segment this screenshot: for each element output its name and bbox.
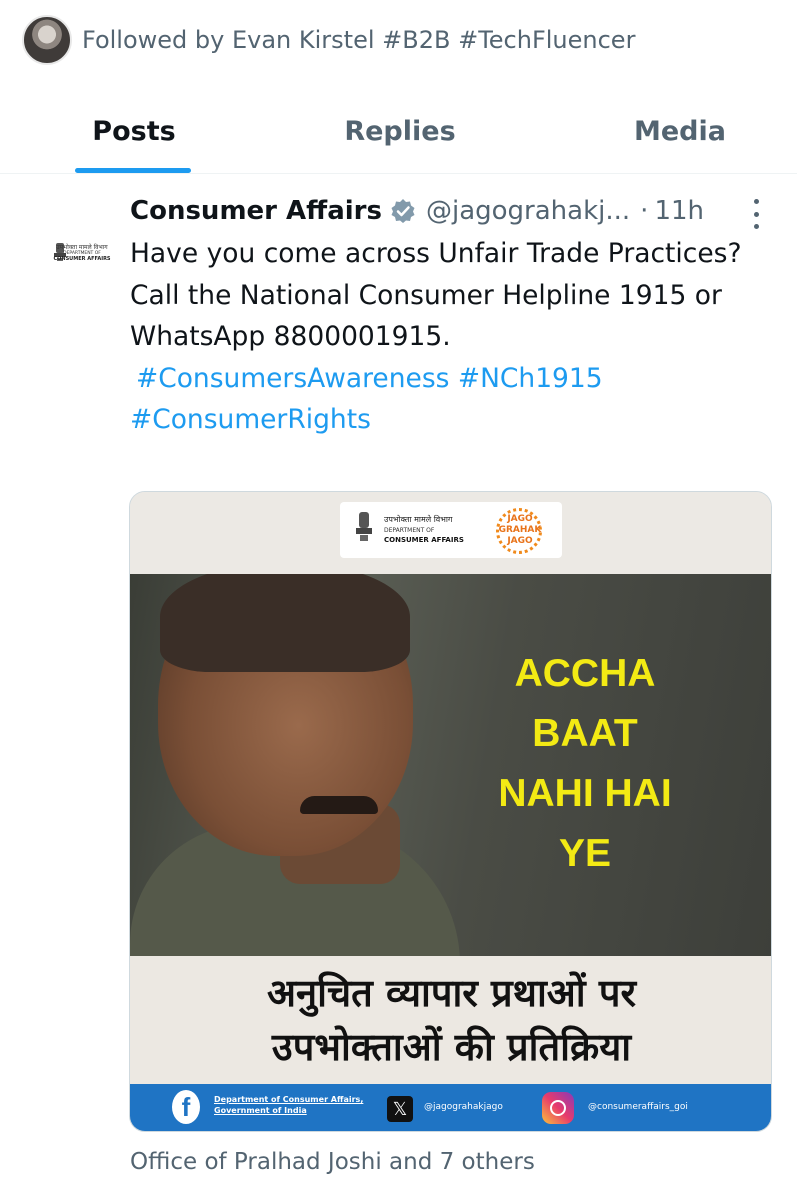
author-avatar[interactable]: उपभोक्ता मामले विभाग DEPARTMENT OF CONSU… (18, 209, 111, 293)
author-handle[interactable]: @jagograhakj... (426, 196, 630, 226)
followed-by-text: Followed by Evan Kirstel #B2B #TechFluen… (82, 26, 636, 54)
image-footer: f Department of Consumer Affairs, Govern… (130, 1084, 771, 1131)
meta-separator: · (640, 196, 649, 226)
meme-photo: ACCHA BAAT NAHI HAI YE (130, 574, 771, 956)
verified-badge-icon[interactable] (390, 198, 416, 224)
jago-grahak-jago-logo: JAGO GRAHAK JAGO (492, 506, 548, 554)
instagram-icon (542, 1092, 574, 1124)
meme-caption: ACCHA BAAT NAHI HAI YE (440, 644, 730, 884)
facebook-line-1: Department of Consumer Affairs, (214, 1095, 364, 1104)
national-emblem-icon (356, 512, 372, 541)
social-context[interactable]: Office of Pralhad Joshi and 7 others (130, 1149, 535, 1175)
instagram-handle-text: @consumeraffairs_goi (588, 1102, 688, 1112)
hindi-line-1: अनुचित व्यापार प्रथाओं पर (267, 971, 636, 1015)
jago-line-2: GRAHAK (498, 525, 542, 535)
profile-tabs: Posts Replies Media (0, 88, 797, 174)
logo-dept-text: DEPARTMENT OF (384, 527, 435, 534)
facebook-page-text: Department of Consumer Affairs, Governme… (214, 1094, 363, 1116)
logo-hindi-text: उपभोक्ता मामले विभाग (384, 515, 453, 524)
jago-line-3: JAGO (507, 536, 533, 546)
hashtag-link[interactable]: #ConsumersAwareness (136, 363, 449, 394)
caption-line-4: YE (558, 832, 612, 875)
post-text: Have you come across Unfair Trade Practi… (130, 233, 780, 441)
facebook-icon: f (172, 1090, 200, 1124)
logo-consumer-text: CONSUMER AFFAIRS (384, 536, 464, 544)
tab-media[interactable]: Media (580, 88, 780, 174)
hindi-line-2: उपभोक्ताओं की प्रतिक्रिया (271, 1025, 632, 1069)
x-logo-icon: 𝕏 (387, 1096, 413, 1122)
avatar-logo-hindi: उपभोक्ता मामले विभाग (56, 243, 108, 251)
x-handle-text: @jagograhakjago (424, 1102, 503, 1112)
hashtag-link[interactable]: #NCh1915 (458, 363, 603, 394)
post[interactable]: उपभोक्ता मामले विभाग DEPARTMENT OF CONSU… (0, 175, 797, 1200)
followed-by-row[interactable]: Followed by Evan Kirstel #B2B #TechFluen… (22, 14, 635, 66)
tab-posts[interactable]: Posts (30, 88, 238, 174)
post-image[interactable]: उपभोक्ता मामले विभाग DEPARTMENT OF CONSU… (129, 491, 772, 1132)
more-options-icon[interactable] (744, 199, 768, 229)
author-name[interactable]: Consumer Affairs (130, 196, 382, 226)
hashtag-link[interactable]: #ConsumerRights (130, 404, 371, 435)
post-time[interactable]: 11h (654, 196, 704, 226)
avatar-logo-consumer: CONSUMER AFFAIRS (53, 255, 111, 262)
active-tab-indicator (75, 168, 191, 173)
caption-line-2: BAAT (532, 712, 638, 755)
jago-line-1: JAGO (507, 514, 533, 524)
hindi-caption-band: अनुचित व्यापार प्रथाओं पर उपभोक्ताओं की … (130, 956, 771, 1084)
department-logo: उपभोक्ता मामले विभाग DEPARTMENT OF CONSU… (340, 502, 562, 558)
post-text-line-2: Call the National Consumer Helpline 1915… (130, 279, 722, 353)
post-header: Consumer Affairs @jagograhakj... · 11h (130, 193, 704, 229)
follower-avatar[interactable] (22, 15, 72, 65)
image-logo-band: उपभोक्ता मामले विभाग DEPARTMENT OF CONSU… (130, 492, 771, 574)
tab-replies[interactable]: Replies (300, 88, 500, 174)
caption-line-3: NAHI HAI (498, 772, 672, 815)
caption-line-1: ACCHA (514, 652, 656, 695)
facebook-line-2: Government of India (214, 1106, 307, 1115)
post-text-line-1: Have you come across Unfair Trade Practi… (130, 238, 742, 269)
